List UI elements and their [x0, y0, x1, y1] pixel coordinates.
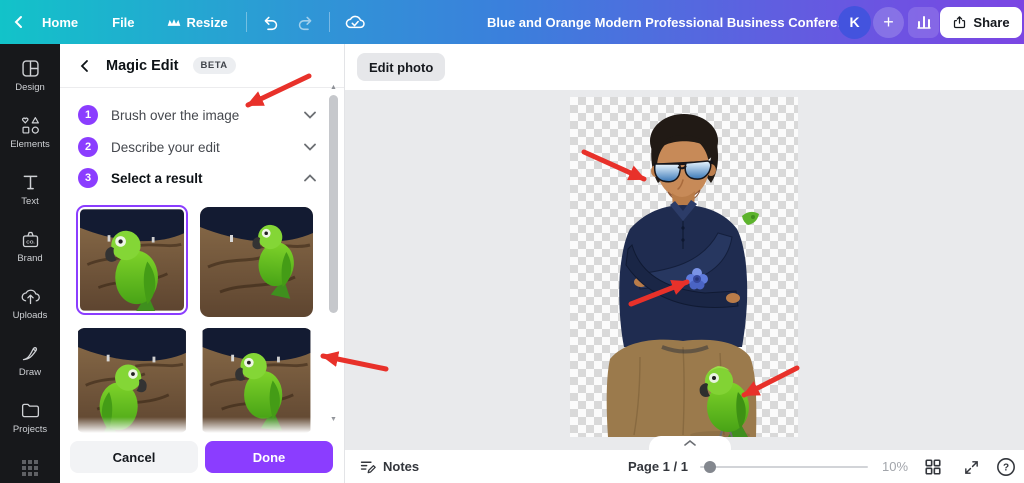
help-icon: ?: [996, 457, 1016, 477]
zoom-slider-track: [700, 466, 868, 468]
file-menu[interactable]: File: [100, 0, 146, 44]
sidebar-label: Uploads: [13, 310, 48, 321]
panel-header: Magic Edit BETA: [60, 44, 344, 88]
edit-photo-button[interactable]: Edit photo: [357, 53, 445, 81]
toolbar-separator: [246, 12, 247, 32]
redo-button[interactable]: [288, 0, 323, 44]
expand-icon: [963, 459, 980, 476]
step-select-result[interactable]: 3 Select a result: [78, 165, 316, 191]
projects-icon: [20, 400, 41, 421]
sidebar-item-draw[interactable]: Draw: [0, 334, 60, 386]
sidebar-label: Brand: [17, 253, 42, 264]
sidebar-label: Draw: [19, 367, 41, 378]
sidebar-item-elements[interactable]: Elements: [0, 106, 60, 158]
notes-button[interactable]: Notes: [359, 458, 419, 475]
sidebar-item-design[interactable]: Design: [0, 49, 60, 101]
step-number-badge: 3: [78, 168, 98, 188]
share-button[interactable]: Share: [940, 7, 1022, 38]
result-thumbnail-2[interactable]: [200, 207, 313, 317]
step-describe-edit[interactable]: 2 Describe your edit: [78, 134, 316, 160]
done-button[interactable]: Done: [205, 441, 333, 473]
design-title[interactable]: Blue and Orange Modern Professional Busi…: [487, 0, 871, 44]
cloud-save-status[interactable]: [336, 0, 374, 44]
step-brush-over-image[interactable]: 1 Brush over the image: [78, 102, 316, 128]
undo-button[interactable]: [253, 0, 288, 44]
chevron-up-icon: [684, 440, 696, 446]
add-member-button[interactable]: +: [873, 7, 904, 38]
magic-edit-panel: Magic Edit BETA 1 Brush over the image 2…: [60, 44, 345, 483]
beta-badge: BETA: [193, 57, 236, 74]
apps-grid-icon: [21, 459, 39, 477]
uploads-icon: [20, 286, 41, 307]
resize-button[interactable]: Resize: [155, 0, 240, 44]
step-number-badge: 2: [78, 137, 98, 157]
draw-icon: [20, 343, 41, 364]
photo-canvas-image[interactable]: [570, 97, 798, 437]
resize-label: Resize: [187, 15, 228, 30]
brand-icon: CO.: [20, 229, 41, 250]
chevron-left-icon: [12, 15, 26, 29]
sidebar-item-projects[interactable]: Projects: [0, 391, 60, 443]
panel-scrollbar[interactable]: [329, 95, 338, 313]
sidebar-label: Design: [15, 82, 45, 93]
sidebar-item-uploads[interactable]: Uploads: [0, 277, 60, 329]
apps-grid-button[interactable]: [0, 455, 60, 481]
scroll-up-arrow[interactable]: ▲: [330, 84, 337, 91]
crown-icon: [167, 18, 181, 27]
zoom-percentage: 10%: [882, 459, 908, 474]
step-label: Describe your edit: [111, 140, 291, 155]
top-toolbar: Home File Resize Blue and Orange Modern …: [0, 0, 1024, 44]
bar-chart-icon: [916, 14, 932, 30]
sidebar-label: Text: [21, 196, 38, 207]
sidebar-label: Elements: [10, 139, 50, 150]
help-button[interactable]: ?: [993, 454, 1019, 480]
fullscreen-button[interactable]: [958, 454, 984, 480]
zoom-slider-thumb[interactable]: [704, 461, 716, 473]
result-thumbnail-1[interactable]: [76, 205, 188, 315]
context-toolbar: Edit photo: [345, 44, 1024, 90]
share-upload-icon: [952, 15, 967, 30]
panel-title: Magic Edit: [106, 58, 179, 74]
panel-back-icon[interactable]: [78, 59, 92, 73]
app-sidebar: Design Elements Text CO. Brand Uploads D…: [0, 44, 60, 483]
svg-text:CO.: CO.: [26, 239, 35, 245]
svg-text:?: ?: [1003, 463, 1009, 474]
back-button[interactable]: [0, 0, 30, 44]
text-icon: [20, 172, 41, 193]
elements-icon: [20, 115, 41, 136]
cancel-button[interactable]: Cancel: [70, 441, 198, 473]
bottom-bar-pull-tab[interactable]: [649, 436, 731, 458]
notes-icon: [359, 458, 376, 475]
home-button[interactable]: Home: [30, 0, 90, 44]
notes-label: Notes: [383, 459, 419, 474]
canvas-area: Edit photo: [345, 44, 1024, 483]
page-indicator: Page 1 / 1: [628, 459, 688, 474]
share-label: Share: [973, 15, 1009, 30]
man-with-parrot-photo: [570, 97, 798, 437]
grid-view-button[interactable]: [920, 454, 946, 480]
panel-button-bar: Cancel Done: [60, 433, 344, 483]
panel-fade: [60, 417, 343, 433]
step-number-badge: 1: [78, 105, 98, 125]
step-label: Select a result: [111, 171, 291, 186]
chevron-down-icon: [304, 143, 316, 151]
zoom-slider[interactable]: [700, 460, 868, 474]
grid-view-icon: [924, 458, 942, 476]
undo-icon: [261, 14, 280, 31]
redo-icon: [296, 14, 315, 31]
chevron-down-icon: [304, 111, 316, 119]
insights-button[interactable]: [908, 7, 939, 38]
toolbar-separator: [329, 12, 330, 32]
design-icon: [20, 58, 41, 79]
sidebar-label: Projects: [13, 424, 47, 435]
sidebar-item-brand[interactable]: CO. Brand: [0, 220, 60, 272]
avatar[interactable]: K: [838, 6, 871, 39]
cloud-check-icon: [344, 13, 366, 31]
sidebar-item-text[interactable]: Text: [0, 163, 60, 215]
chevron-up-icon: [304, 174, 316, 182]
step-label: Brush over the image: [111, 108, 291, 123]
